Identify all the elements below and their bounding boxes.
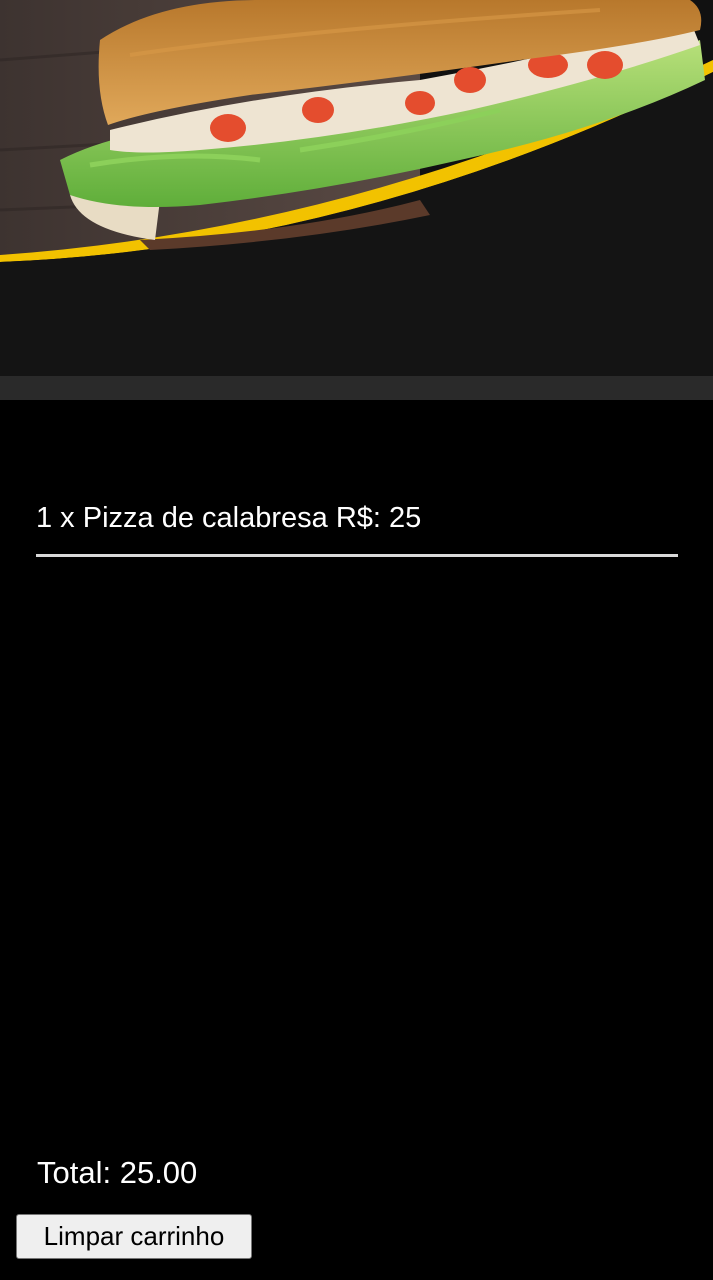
hero-bottom-strip <box>0 376 713 400</box>
clear-cart-button[interactable]: Limpar carrinho <box>16 1214 252 1259</box>
sandwich-photo <box>0 0 713 400</box>
cart-page: 1 x Pizza de calabresa R$: 25 Total: 25.… <box>0 0 713 1280</box>
cart-item: 1 x Pizza de calabresa R$: 25 <box>36 498 678 538</box>
cart-total: Total: 25.00 <box>37 1155 198 1190</box>
cart-item-divider <box>36 554 678 557</box>
cart-item-text: 1 x Pizza de calabresa R$: 25 <box>36 502 422 534</box>
hero-banner <box>0 0 713 400</box>
